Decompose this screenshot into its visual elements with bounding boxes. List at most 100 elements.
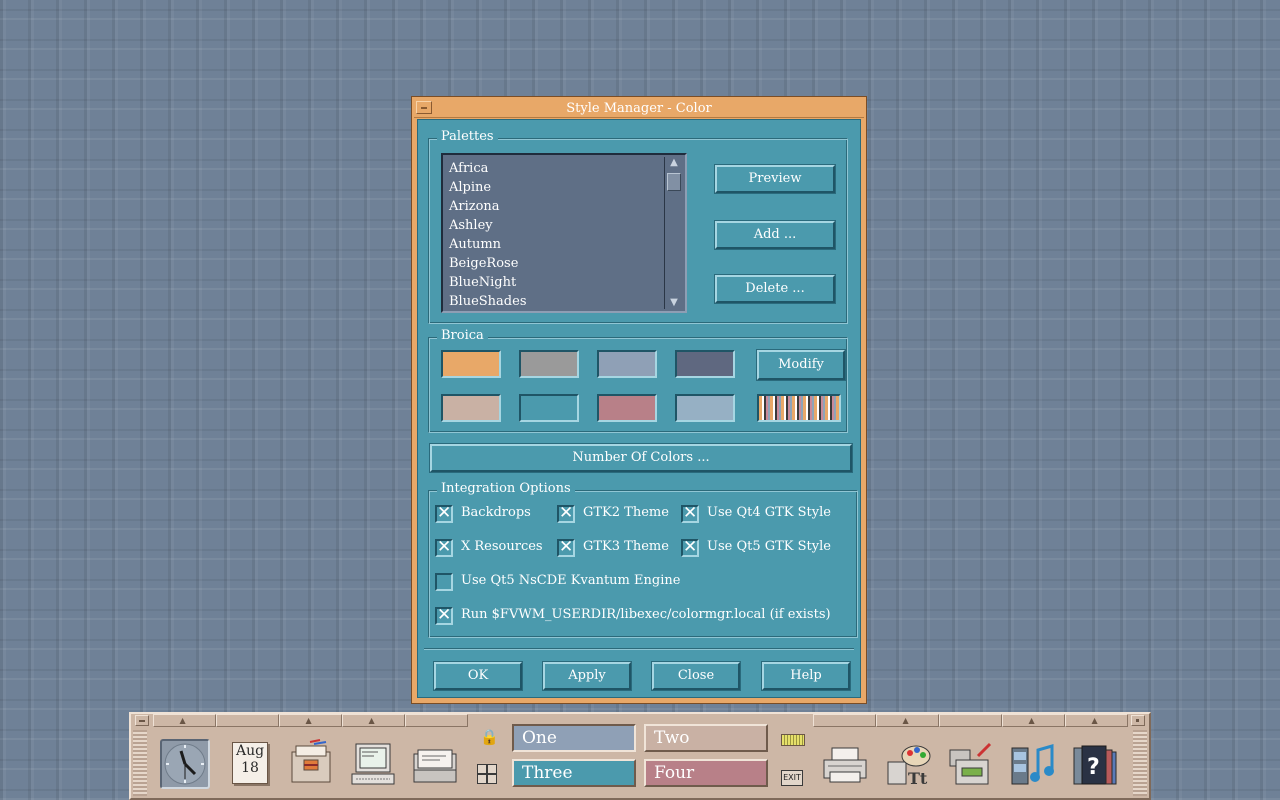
color-swatch-4[interactable] (675, 350, 735, 378)
terminal-icon[interactable] (348, 740, 398, 790)
list-item[interactable]: Arizona (449, 197, 527, 216)
apply-button-label: Apply (568, 668, 606, 683)
number-of-colors-button[interactable]: Number Of Colors ... (429, 443, 853, 473)
calendar-day: 18 (241, 760, 259, 776)
broica-group-label: Broica (437, 328, 488, 343)
all-colors-preview-swatch[interactable] (757, 394, 841, 422)
scroll-up-arrow-icon[interactable]: ▲ (667, 157, 681, 169)
media-icon[interactable] (1008, 740, 1058, 790)
colormgr-local-checkbox[interactable]: ✕ (435, 605, 453, 625)
dialog-body: Palettes Africa Alpine Arizona Ashley Au… (417, 119, 861, 698)
app-manager-graphic (949, 742, 992, 785)
palette-list-scrollbar[interactable]: ▲ ▼ (664, 157, 683, 309)
color-swatch-5[interactable] (441, 394, 501, 422)
delete-button-label: Delete ... (745, 281, 805, 296)
checkmark-x-icon: ✕ (437, 537, 452, 557)
subpanel-toggle[interactable]: ▲ (279, 714, 342, 727)
color-swatch-3[interactable] (597, 350, 657, 378)
broica-group: Broica Modify (428, 328, 848, 433)
preview-button-label: Preview (748, 171, 802, 186)
separator (424, 648, 854, 650)
preview-button[interactable]: Preview (714, 164, 836, 194)
workspace-three-button[interactable]: Three (512, 759, 636, 787)
workspace-two-button[interactable]: Two (644, 724, 768, 752)
add-palette-button[interactable]: Add ... (714, 220, 836, 250)
panel-handle-left[interactable] (133, 730, 147, 796)
checkmark-x-icon: ✕ (437, 503, 452, 523)
panel-subpanel-bar: ▲ ▲ ▲ ▲ ▲ ▲ (131, 714, 1149, 728)
gtk2-theme-checkbox[interactable]: ✕ (557, 504, 575, 523)
modify-button-label: Modify (778, 357, 824, 372)
scroll-thumb[interactable] (667, 173, 681, 191)
style-manager-graphic: Tt (887, 745, 931, 788)
ok-button[interactable]: OK (433, 661, 523, 691)
style-manager-icon[interactable]: Tt (882, 740, 932, 790)
add-button-label: Add ... (753, 227, 797, 242)
subpanel-toggle[interactable]: ▲ (153, 714, 216, 727)
workspace-four-label: Four (654, 763, 695, 783)
mail-icon[interactable] (410, 740, 460, 790)
x-resources-checkbox[interactable]: ✕ (435, 537, 453, 557)
color-swatch-2[interactable] (519, 350, 579, 378)
list-item[interactable]: BlueNight (449, 273, 527, 292)
color-swatch-6[interactable] (519, 394, 579, 422)
file-manager-icon[interactable] (286, 738, 336, 788)
clock-icon[interactable] (160, 739, 210, 789)
color-swatch-8[interactable] (675, 394, 735, 422)
title-bar[interactable]: Style Manager - Color (414, 99, 864, 118)
list-item[interactable]: Africa (449, 159, 527, 178)
subpanel-toggle[interactable]: ▲ (876, 714, 939, 727)
chevron-up-icon: ▲ (902, 716, 909, 725)
subpanel-toggle[interactable]: ▲ (1065, 714, 1128, 727)
list-item[interactable]: Autumn (449, 235, 527, 254)
window-title: Style Manager - Color (566, 101, 712, 116)
checkmark-x-icon: ✕ (437, 605, 452, 625)
modify-button[interactable]: Modify (756, 349, 846, 381)
subpanel-toggle[interactable] (939, 714, 1002, 727)
delete-palette-button[interactable]: Delete ... (714, 274, 836, 304)
kvantum-engine-checkbox[interactable] (435, 573, 453, 591)
list-item[interactable]: BlueShades (449, 292, 527, 311)
qt4-gtk-style-checkbox[interactable]: ✕ (681, 504, 699, 523)
backdrops-checkbox[interactable]: ✕ (435, 503, 453, 523)
x-resources-label: X Resources (461, 539, 543, 554)
lock-screen-icon[interactable]: 🔒 (480, 728, 499, 746)
exit-button[interactable]: EXIT (781, 770, 803, 786)
workspace-one-button[interactable]: One (512, 724, 636, 752)
kvantum-engine-label: Use Qt5 NsCDE Kvantum Engine (461, 573, 681, 588)
subpanel-toggle[interactable]: ▲ (342, 714, 405, 727)
scroll-down-arrow-icon[interactable]: ▼ (667, 297, 681, 309)
panel-menu-button[interactable] (135, 715, 149, 726)
calendar-icon[interactable]: Aug 18 (232, 742, 268, 784)
gtk3-theme-label: GTK3 Theme (583, 539, 669, 554)
checkmark-x-icon: ✕ (683, 537, 698, 557)
media-graphic (1011, 744, 1054, 785)
apply-button[interactable]: Apply (542, 661, 632, 691)
list-item[interactable]: Alpine (449, 178, 527, 197)
ok-button-label: OK (467, 668, 489, 683)
qt5-gtk-style-checkbox[interactable]: ✕ (681, 537, 699, 557)
subpanel-toggle[interactable] (216, 714, 279, 727)
gtk3-theme-checkbox[interactable]: ✕ (557, 538, 575, 557)
palette-list[interactable]: Africa Alpine Arizona Ashley Autumn Beig… (441, 153, 687, 313)
help-button-label: Help (790, 668, 822, 683)
help-icon[interactable]: ? (1070, 740, 1120, 790)
color-swatch-7[interactable] (597, 394, 657, 422)
panel-handle-right[interactable] (1133, 730, 1147, 796)
close-button[interactable]: Close (651, 661, 741, 691)
subpanel-toggle[interactable] (813, 714, 876, 727)
help-button[interactable]: Help (761, 661, 851, 691)
workspace-two-label: Two (654, 728, 690, 748)
palettes-group: Palettes Africa Alpine Arizona Ashley Au… (428, 129, 848, 324)
subpanel-toggle[interactable]: ▲ (1002, 714, 1065, 727)
panel-minimize-button[interactable] (1131, 715, 1145, 726)
workspace-one-label: One (522, 728, 557, 748)
printer-icon[interactable] (820, 742, 870, 792)
list-item[interactable]: BeigeRose (449, 254, 527, 273)
app-manager-icon[interactable] (946, 740, 996, 790)
color-swatch-1[interactable] (441, 350, 501, 378)
list-item[interactable]: Ashley (449, 216, 527, 235)
workspace-four-button[interactable]: Four (644, 759, 768, 787)
workspace-grid-icon[interactable] (477, 764, 497, 784)
subpanel-toggle[interactable] (405, 714, 468, 727)
